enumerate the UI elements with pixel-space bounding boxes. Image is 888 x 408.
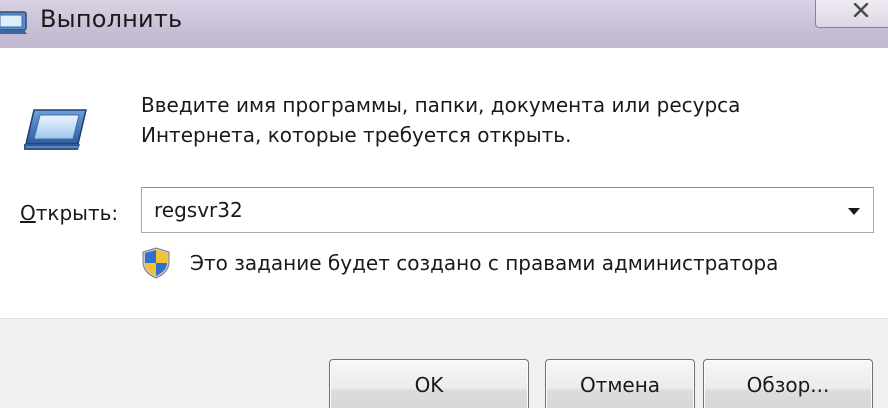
window-title: Выполнить xyxy=(40,5,183,33)
open-label-text: ткрыть: xyxy=(35,201,119,225)
uac-shield-icon xyxy=(142,247,170,279)
open-input[interactable]: regsvr32 xyxy=(154,197,243,223)
prompt-line-1: Введите имя программы, папки, документа … xyxy=(141,93,741,117)
admin-notice: Это задание будет создано с правами адми… xyxy=(190,251,779,275)
close-icon xyxy=(853,3,869,17)
open-combobox[interactable]: regsvr32 xyxy=(141,187,874,233)
open-label: Открыть: xyxy=(20,200,118,226)
prompt-line-2: Интернета, которые требуется открыть. xyxy=(141,123,572,147)
prompt-text: Введите имя программы, папки, документа … xyxy=(141,90,740,150)
close-button[interactable] xyxy=(815,0,888,28)
chevron-down-icon[interactable] xyxy=(841,188,867,232)
run-icon xyxy=(24,109,87,150)
button-bar: OK Отмена Обзор... xyxy=(0,318,888,408)
run-dialog: Выполнить Введите имя программы, папки, … xyxy=(0,0,888,408)
title-bar[interactable]: Выполнить xyxy=(0,0,888,48)
dialog-body: Введите имя программы, папки, документа … xyxy=(0,48,888,318)
cancel-button[interactable]: Отмена xyxy=(545,359,695,408)
browse-button[interactable]: Обзор... xyxy=(703,359,873,408)
ok-button[interactable]: OK xyxy=(329,359,529,408)
run-icon xyxy=(0,11,27,34)
open-label-accelerator: О xyxy=(20,201,36,225)
